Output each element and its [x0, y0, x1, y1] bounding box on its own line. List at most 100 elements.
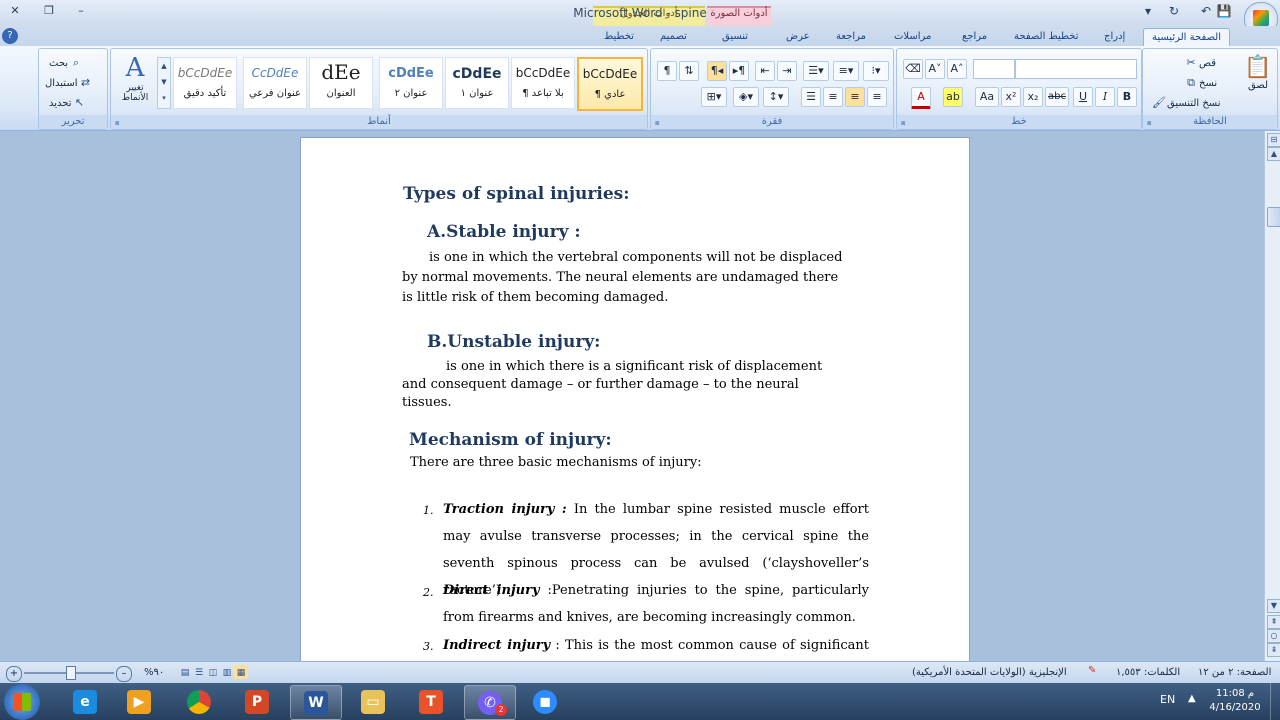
zoom-level[interactable]: %٩٠ [144, 667, 164, 678]
style-heading-2[interactable]: cDdEe عنوان ٢ [379, 57, 443, 109]
tray-expand-icon[interactable]: ▲ [1188, 693, 1196, 704]
tab-layout[interactable]: تخطيط [596, 28, 642, 46]
ruler-toggle-icon[interactable]: ⊟ [1267, 133, 1280, 147]
language-status[interactable]: الإنجليزية (الولايات المتحدة الأمريكية) [912, 667, 1067, 678]
show-marks-icon[interactable]: ¶ [657, 61, 677, 81]
shrink-font-icon[interactable]: A˅ [925, 59, 945, 79]
scroll-thumb[interactable] [1267, 207, 1280, 227]
paragraph-launcher-icon[interactable]: ⧈ [655, 119, 663, 127]
tab-format[interactable]: تنسيق [714, 28, 756, 46]
font-size-box[interactable] [973, 59, 1015, 79]
subscript-icon[interactable]: x₂ [1023, 87, 1043, 107]
multilevel-list-icon[interactable]: ☰▾ [803, 61, 829, 81]
format-painter-button[interactable]: 🖌نسخ التنسيق [1151, 95, 1220, 111]
numbering-icon[interactable]: ≡▾ [833, 61, 859, 81]
scroll-up-icon[interactable]: ▲ [1267, 147, 1280, 161]
taskbar-word[interactable]: W [290, 685, 342, 720]
clock[interactable]: 11:08 م 4/16/2020 [1206, 687, 1264, 715]
borders-icon[interactable]: ⊞▾ [701, 87, 727, 107]
line-spacing-icon[interactable]: ↕▾ [763, 87, 789, 107]
highlight-icon[interactable]: ab [943, 87, 963, 107]
proofing-icon[interactable]: ✎ [1088, 665, 1096, 676]
align-center-icon[interactable]: ≡ [845, 87, 865, 107]
underline-icon[interactable]: U [1073, 87, 1093, 107]
tab-review[interactable]: مراجعة [828, 28, 874, 46]
draft-view-icon[interactable]: ▤ [178, 665, 192, 679]
find-button[interactable]: بحث ⌕ [49, 55, 84, 71]
redo-icon[interactable]: ↻ [1166, 4, 1182, 20]
start-button[interactable] [4, 684, 40, 720]
clear-format-icon[interactable]: ⌫ [903, 59, 923, 79]
strikethrough-icon[interactable]: abc [1045, 87, 1069, 107]
zoom-slider-thumb[interactable] [66, 666, 76, 680]
cut-button[interactable]: ✂ قص [1183, 55, 1216, 71]
zoom-in-icon[interactable]: + [6, 666, 22, 682]
outline-view-icon[interactable]: ☰ [192, 665, 206, 679]
style-title[interactable]: dEe العنوان [309, 57, 373, 109]
customize-qat-icon[interactable]: ▾ [1140, 4, 1156, 20]
italic-icon[interactable]: I [1095, 87, 1115, 107]
style-subtitle[interactable]: CcDdEe عنوان فرعي [243, 57, 307, 109]
decrease-indent-icon[interactable]: ⇤ [755, 61, 775, 81]
style-subtle-emphasis[interactable]: bCcDdEe تأكيد دقيق [173, 57, 237, 109]
clipboard-launcher-icon[interactable]: ⧈ [1147, 119, 1155, 127]
replace-button[interactable]: استبدال ⇄ [45, 75, 94, 91]
input-language[interactable]: EN [1160, 693, 1175, 706]
browse-object-icon[interactable]: ○ [1267, 629, 1280, 643]
web-layout-icon[interactable]: ◫ [206, 665, 220, 679]
sort-icon[interactable]: ⇅ [679, 61, 699, 81]
shading-icon[interactable]: ◈▾ [733, 87, 759, 107]
tab-home[interactable]: الصفحة الرئيسية [1143, 28, 1230, 47]
paste-button[interactable]: 📋 لصق [1243, 55, 1273, 91]
style-no-spacing[interactable]: bCcDdEe ¶ بلا تباعد [511, 57, 575, 109]
styles-launcher-icon[interactable]: ⧈ [115, 119, 123, 127]
change-styles-button[interactable]: A تغيير الأنماط [115, 53, 155, 103]
scroll-down-icon[interactable]: ▼ [1267, 599, 1280, 613]
tab-view[interactable]: عرض [778, 28, 818, 46]
bullets-icon[interactable]: ⁝▾ [863, 61, 889, 81]
taskbar-powerpoint[interactable]: P [232, 685, 282, 718]
font-name-box[interactable] [1015, 59, 1137, 79]
styles-scroll[interactable]: ▲ ▼ ▾ [157, 57, 171, 109]
tab-design[interactable]: تصميم [652, 28, 695, 46]
next-page-icon[interactable]: ⇟ [1267, 643, 1280, 657]
tab-references[interactable]: مراجع [954, 28, 995, 46]
taskbar-viber[interactable]: ✆ 2 [464, 685, 516, 720]
align-right-icon[interactable]: ≡ [823, 87, 843, 107]
reading-view-icon[interactable]: ▥ [220, 665, 234, 679]
rtl-icon[interactable]: ¶◂ [707, 61, 727, 81]
taskbar-app-t[interactable]: T [406, 685, 456, 718]
taskbar-zoom[interactable]: ◼ [520, 685, 570, 718]
show-desktop-button[interactable] [1270, 683, 1280, 720]
grow-font-icon[interactable]: A˄ [947, 59, 967, 79]
superscript-icon[interactable]: x² [1001, 87, 1021, 107]
style-normal[interactable]: bCcDdEe ¶ عادي [577, 57, 643, 111]
style-heading-1[interactable]: cDdEe عنوان ١ [445, 57, 509, 109]
align-left-icon[interactable]: ≡ [867, 87, 887, 107]
justify-icon[interactable]: ☰ [801, 87, 821, 107]
zoom-out-icon[interactable]: – [116, 666, 132, 682]
save-icon[interactable]: 💾 [1216, 4, 1232, 20]
tab-page-layout[interactable]: تخطيط الصفحة [1006, 28, 1087, 46]
tab-insert[interactable]: إدراج [1096, 28, 1133, 46]
taskbar-media-player[interactable]: ▶ [114, 685, 164, 718]
undo-icon[interactable]: ↶ [1198, 4, 1214, 20]
increase-indent-icon[interactable]: ⇥ [777, 61, 797, 81]
copy-button[interactable]: ⧉ نسخ [1183, 75, 1217, 91]
font-launcher-icon[interactable]: ⧈ [901, 119, 909, 127]
bold-icon[interactable]: B [1117, 87, 1137, 107]
word-count[interactable]: الكلمات: ١,٥٥٣ [1116, 667, 1180, 678]
help-icon[interactable]: ? [2, 28, 18, 44]
print-layout-icon[interactable]: ▦ [234, 665, 248, 679]
font-color-icon[interactable]: A [911, 87, 931, 109]
ltr-icon[interactable]: ▸¶ [729, 61, 749, 81]
select-button[interactable]: تحديد ↖ [49, 95, 88, 111]
vertical-scrollbar[interactable]: ⊟ ▲ ▼ ⇞ ○ ⇟ [1264, 131, 1280, 661]
change-case-icon[interactable]: Aa [975, 87, 999, 107]
taskbar-ie[interactable]: e [60, 685, 110, 718]
previous-page-icon[interactable]: ⇞ [1267, 615, 1280, 629]
taskbar-explorer[interactable]: ▭ [348, 685, 398, 718]
document-page[interactable]: Types of spinal injuries: A.Stable injur… [300, 137, 970, 661]
page-number[interactable]: الصفحة: ٢ من ١٢ [1198, 667, 1271, 678]
taskbar-chrome[interactable] [174, 685, 224, 718]
